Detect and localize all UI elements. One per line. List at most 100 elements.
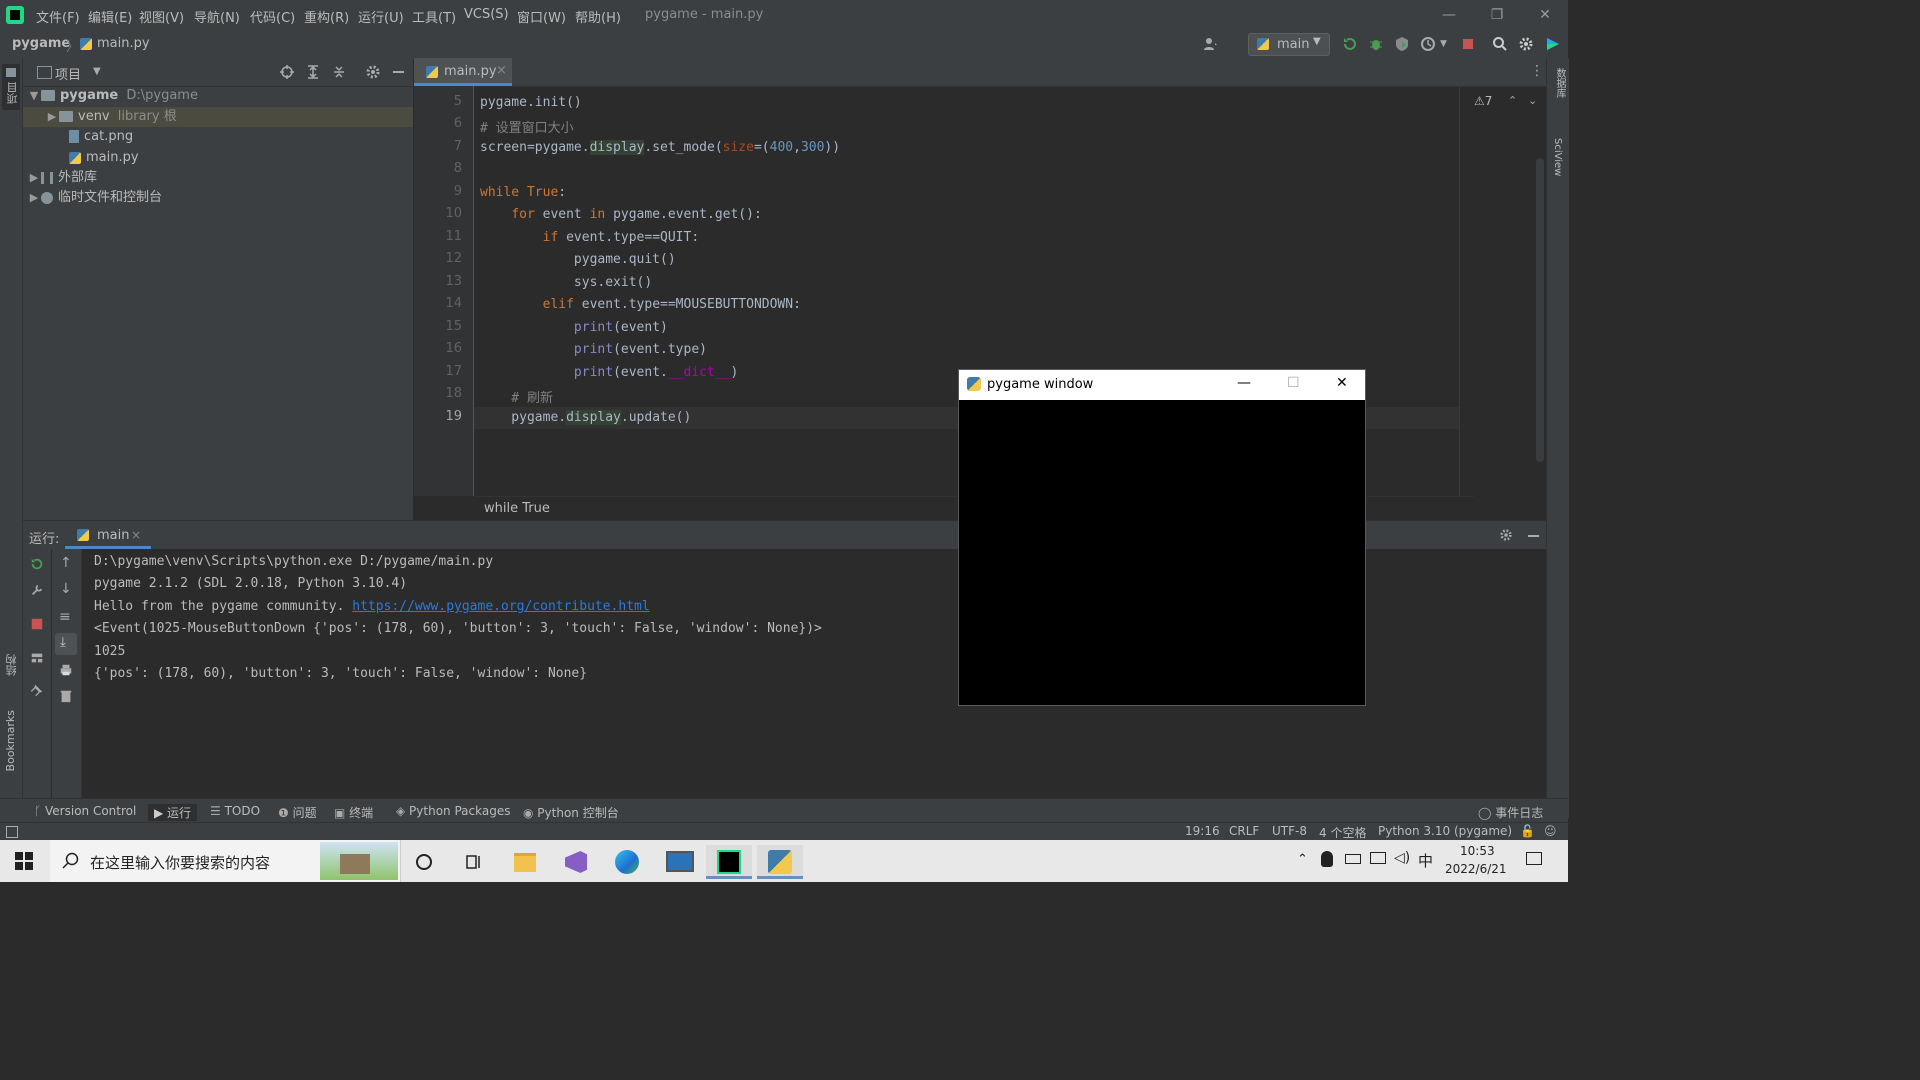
code-breadcrumb[interactable]: while True bbox=[484, 501, 550, 516]
notification-center-icon[interactable] bbox=[1526, 852, 1542, 865]
line-separator[interactable]: CRLF bbox=[1229, 824, 1259, 838]
menu-run[interactable]: 运行(U) bbox=[358, 7, 404, 26]
tree-row-external-libs[interactable]: ▶ 外部库 bbox=[23, 168, 413, 188]
tree-row-cat-png[interactable]: cat.png bbox=[23, 127, 413, 147]
code-line[interactable]: pygame.display.update() bbox=[480, 410, 691, 425]
menu-vcs[interactable]: VCS(S) bbox=[464, 7, 509, 22]
breadcrumb-file[interactable]: main.py bbox=[80, 36, 150, 51]
code-line[interactable]: elif event.type==MOUSEBUTTONDOWN: bbox=[480, 297, 801, 312]
pygame-minimize-button[interactable]: — bbox=[1237, 375, 1251, 391]
menu-help[interactable]: 帮助(H) bbox=[575, 7, 621, 26]
taskbar-app-remote-desktop[interactable] bbox=[655, 845, 701, 879]
clock-date[interactable]: 2022/6/21 bbox=[1445, 862, 1507, 876]
bookmarks-strip-label[interactable]: Bookmarks bbox=[4, 710, 17, 771]
gear-icon[interactable] bbox=[365, 64, 381, 80]
next-highlight-icon[interactable]: ⌄ bbox=[1528, 94, 1537, 107]
hide-panel-icon[interactable] bbox=[393, 71, 404, 73]
hide-panel-icon[interactable] bbox=[1528, 535, 1539, 537]
menu-refactor[interactable]: 重构(R) bbox=[304, 7, 349, 26]
clock-time[interactable]: 10:53 bbox=[1460, 844, 1495, 858]
toolwindow-problems[interactable]: ❶ 问题 bbox=[278, 804, 317, 821]
pygame-canvas[interactable] bbox=[959, 400, 1365, 705]
tree-row-venv[interactable]: ▶ venv library 根 bbox=[23, 107, 413, 127]
debug-icon[interactable] bbox=[1368, 36, 1384, 52]
code-line[interactable]: # 设置窗口大小 bbox=[480, 117, 574, 136]
run-config-selector[interactable]: main ▼ bbox=[1248, 33, 1330, 56]
wrench-icon[interactable] bbox=[30, 583, 44, 597]
tab-close-icon[interactable]: × bbox=[496, 63, 507, 78]
file-encoding[interactable]: UTF-8 bbox=[1272, 824, 1307, 838]
toolwindow-terminal[interactable]: ▣ 终端 bbox=[334, 804, 373, 821]
volume-icon[interactable]: ◁) bbox=[1394, 850, 1410, 866]
search-icon[interactable] bbox=[1492, 36, 1508, 52]
cortana-icon[interactable] bbox=[414, 852, 434, 872]
warnings-indicator[interactable]: ⚠7 bbox=[1474, 94, 1492, 108]
menu-view[interactable]: 视图(V) bbox=[139, 7, 184, 26]
windows-start-icon[interactable] bbox=[15, 852, 33, 870]
more-options-icon[interactable]: ⋮ bbox=[1530, 63, 1544, 79]
taskbar-search-box[interactable]: 在这里输入你要搜索的内容 bbox=[50, 840, 401, 882]
tab-main-py[interactable]: main.py × bbox=[414, 58, 512, 86]
task-view-icon[interactable] bbox=[464, 852, 484, 872]
breadcrumb-project[interactable]: pygame bbox=[12, 36, 70, 51]
menu-navigate[interactable]: 导航(N) bbox=[194, 7, 240, 26]
pin-icon[interactable] bbox=[30, 683, 44, 697]
rerun-icon[interactable] bbox=[1342, 36, 1358, 52]
tree-row-main-py[interactable]: main.py bbox=[23, 148, 413, 168]
arrow-down-icon[interactable]: ↓ bbox=[60, 581, 72, 597]
toolwindow-python-console[interactable]: ◉ Python 控制台 bbox=[523, 804, 619, 821]
taskbar-app-edge[interactable] bbox=[604, 845, 650, 879]
pygame-maximize-button[interactable]: ☐ bbox=[1287, 375, 1300, 391]
soft-wrap-icon[interactable]: ≡ bbox=[59, 609, 71, 625]
pygame-window-titlebar[interactable]: pygame window — ☐ ✕ bbox=[959, 370, 1365, 400]
tree-row-scratches[interactable]: ▶ 临时文件和控制台 bbox=[23, 188, 413, 208]
toolwindow-version-control[interactable]: ᚴ Version Control bbox=[34, 804, 136, 818]
print-icon[interactable] bbox=[59, 663, 73, 677]
close-button[interactable]: ✕ bbox=[1530, 4, 1560, 26]
vcs-user-icon[interactable] bbox=[1202, 36, 1218, 52]
toolwindow-run[interactable]: ▶ 运行 bbox=[148, 804, 198, 821]
toolwindow-python-packages[interactable]: ◈ Python Packages bbox=[396, 804, 510, 818]
menu-edit[interactable]: 编辑(E) bbox=[88, 7, 132, 26]
menu-code[interactable]: 代码(C) bbox=[250, 7, 295, 26]
code-line[interactable]: pygame.quit() bbox=[480, 252, 676, 267]
structure-strip-label[interactable]: 结构 bbox=[4, 654, 20, 676]
chevron-down-icon[interactable]: ▼ bbox=[93, 66, 101, 77]
battery-icon[interactable] bbox=[1345, 854, 1361, 864]
network-icon[interactable] bbox=[1370, 852, 1386, 864]
code-line[interactable]: for event in pygame.event.get(): bbox=[480, 207, 761, 222]
jetbrains-toolbox-icon[interactable] bbox=[1545, 36, 1561, 52]
show-hidden-icons-chevron-icon[interactable]: ⌃ bbox=[1297, 852, 1308, 867]
project-toolwindow-button[interactable]: 项目 bbox=[2, 64, 20, 110]
caret-position[interactable]: 19:16 bbox=[1185, 824, 1220, 838]
taskbar-app-pycharm[interactable] bbox=[706, 845, 752, 879]
rerun-icon[interactable] bbox=[30, 557, 44, 571]
code-line[interactable]: print(event.type) bbox=[480, 342, 707, 357]
code-line[interactable]: screen=pygame.display.set_mode(size=(400… bbox=[480, 140, 840, 155]
code-line[interactable]: pygame.init() bbox=[480, 95, 582, 110]
stop-icon[interactable] bbox=[1460, 36, 1476, 52]
more-run-chevron-icon[interactable]: ▼ bbox=[1440, 39, 1447, 49]
profile-icon[interactable] bbox=[1420, 36, 1436, 52]
taskbar-app-visual-studio[interactable] bbox=[553, 845, 599, 879]
database-strip-label[interactable]: 数据库 bbox=[1552, 68, 1567, 98]
menu-file[interactable]: 文件(F) bbox=[36, 7, 80, 26]
menu-tools[interactable]: 工具(T) bbox=[412, 7, 456, 26]
taskbar-app-pygame-window[interactable] bbox=[757, 845, 803, 879]
code-line[interactable]: # 刷新 bbox=[480, 387, 553, 406]
coverage-icon[interactable] bbox=[1394, 36, 1410, 52]
restore-button[interactable]: ❐ bbox=[1482, 4, 1512, 26]
minimize-button[interactable]: — bbox=[1434, 4, 1464, 26]
tree-row-root[interactable]: ▼ pygame D:\pygame bbox=[23, 86, 413, 106]
tab-run-main[interactable]: main × bbox=[65, 521, 151, 549]
code-line[interactable]: print(event.__dict__) bbox=[480, 365, 738, 380]
stop-icon[interactable] bbox=[30, 617, 44, 631]
scroll-to-end-toggle[interactable]: ⤓ bbox=[55, 633, 77, 655]
indent-setting[interactable]: 4 个空格 bbox=[1319, 824, 1366, 841]
lock-icon[interactable]: 🔓 bbox=[1520, 824, 1535, 838]
layout-icon[interactable] bbox=[30, 651, 44, 665]
toolwindow-todo[interactable]: ☰ TODO bbox=[210, 804, 260, 818]
settings-gear-icon[interactable] bbox=[1518, 36, 1534, 52]
code-line[interactable]: if event.type==QUIT: bbox=[480, 230, 700, 245]
qq-tray-icon[interactable] bbox=[1321, 851, 1333, 867]
